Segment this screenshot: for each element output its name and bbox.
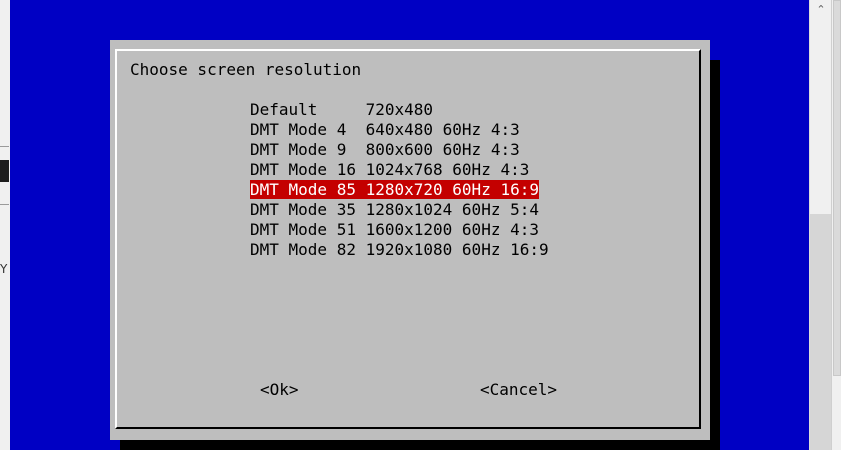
dialog-prompt: Choose screen resolution [130,60,362,79]
screen: Y ⌃ Choose screen resolution Default 720… [0,0,841,450]
menu-item-label: DMT Mode 9 800x600 60Hz 4:3 [250,140,520,159]
menu-item-label: DMT Mode 51 1600x1200 60Hz 4:3 [250,220,539,239]
cropped-text: Y [0,262,8,276]
divider [0,146,9,147]
menu-item-label: DMT Mode 16 1024x768 60Hz 4:3 [250,160,530,179]
chevron-up-icon[interactable]: ⌃ [810,0,832,18]
menu-item-label: DMT Mode 35 1280x1024 60Hz 5:4 [250,200,539,219]
menu-item-dmt-82[interactable]: DMT Mode 82 1920x1080 60Hz 16:9 [250,240,549,260]
outer-scrollbar[interactable] [831,0,841,450]
resolution-dialog: Choose screen resolution Default 720x480… [110,40,710,440]
menu-item-dmt-16[interactable]: DMT Mode 16 1024x768 60Hz 4:3 [250,160,549,180]
menu-item-dmt-35[interactable]: DMT Mode 35 1280x1024 60Hz 5:4 [250,200,549,220]
resolution-menu: Default 720x480 DMT Mode 4 640x480 60Hz … [250,100,549,260]
menu-item-dmt-51[interactable]: DMT Mode 51 1600x1200 60Hz 4:3 [250,220,549,240]
cancel-button[interactable]: <Cancel> [480,380,557,400]
menu-item-label: Default 720x480 [250,100,434,119]
menu-item-label: DMT Mode 82 1920x1080 60Hz 16:9 [250,240,549,259]
taskbar-fragment [0,160,9,182]
menu-item-default[interactable]: Default 720x480 [250,100,549,120]
vertical-scrollbar[interactable]: ⌃ [809,0,832,450]
scrollbar-track[interactable] [810,214,832,450]
menu-item-dmt-85-selected[interactable]: DMT Mode 85 1280x720 60Hz 16:9 [250,180,549,200]
divider [0,204,9,205]
ok-button[interactable]: <Ok> [260,380,299,400]
menu-item-label: DMT Mode 85 1280x720 60Hz 16:9 [250,180,539,199]
menu-item-label: DMT Mode 4 640x480 60Hz 4:3 [250,120,520,139]
menu-item-dmt-4[interactable]: DMT Mode 4 640x480 60Hz 4:3 [250,120,549,140]
scrollbar-thumb[interactable] [833,0,841,376]
menu-item-dmt-9[interactable]: DMT Mode 9 800x600 60Hz 4:3 [250,140,549,160]
